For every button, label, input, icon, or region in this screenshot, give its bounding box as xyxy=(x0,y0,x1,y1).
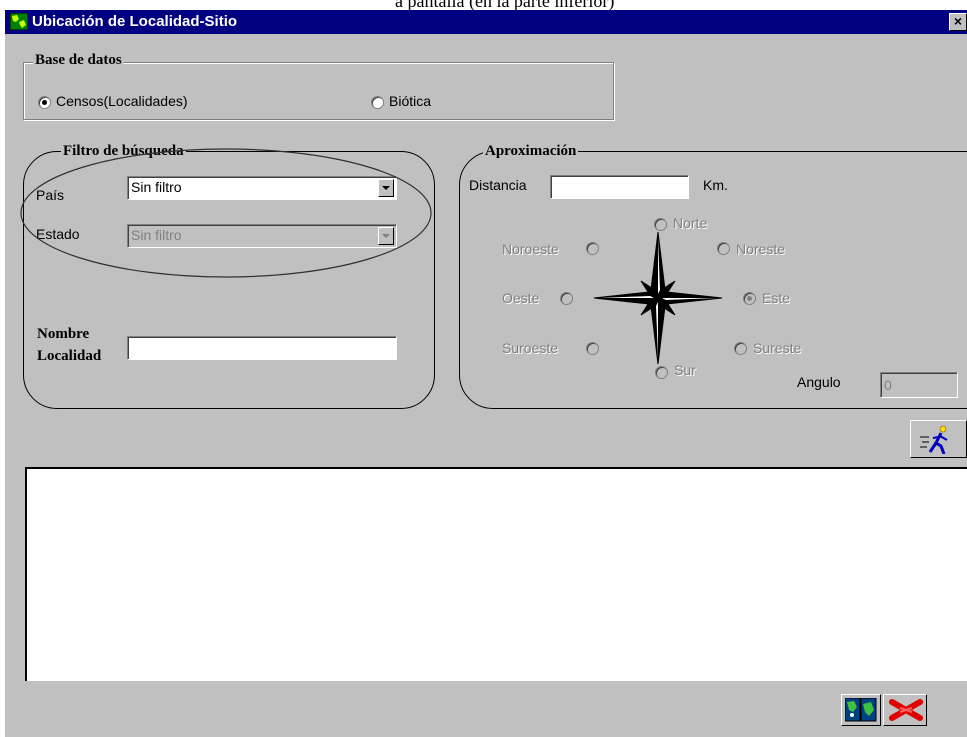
approx-group-legend: Aproximación xyxy=(483,143,579,160)
nombre-label-line1: Nombre xyxy=(37,326,90,342)
radio-censos[interactable] xyxy=(38,96,51,109)
radio-suroeste-label: Suroeste xyxy=(502,340,559,356)
distancia-input[interactable] xyxy=(550,175,689,199)
results-list[interactable] xyxy=(25,467,967,681)
radio-noroeste-label: Noroeste xyxy=(502,241,559,257)
radio-sur[interactable] xyxy=(655,366,668,379)
runner-search-icon xyxy=(920,425,948,454)
radio-noreste-label: Noreste xyxy=(736,241,786,257)
radio-este-label: Este xyxy=(762,290,791,306)
radio-sur-label: Sur xyxy=(674,362,696,378)
angulo-input[interactable] xyxy=(880,372,958,398)
radio-norte[interactable] xyxy=(654,218,667,231)
radio-oeste[interactable] xyxy=(560,292,573,305)
nombre-label-line2: Localidad xyxy=(37,348,102,364)
database-group-legend: Base de datos xyxy=(33,52,124,69)
map-icon xyxy=(845,698,877,722)
radio-este[interactable] xyxy=(743,292,756,305)
radio-oeste-label: Oeste xyxy=(502,290,540,306)
radio-norte-label: Norte xyxy=(673,215,708,231)
compass-rose-icon xyxy=(593,232,723,364)
window-title: Ubicación de Localidad-Sitio xyxy=(32,13,238,30)
search-button[interactable] xyxy=(910,420,967,458)
distancia-label: Distancia xyxy=(469,177,527,193)
radio-biotica[interactable] xyxy=(371,96,384,109)
map-button[interactable] xyxy=(841,694,881,726)
nombre-localidad-input[interactable] xyxy=(127,336,397,360)
radio-sureste[interactable] xyxy=(734,342,747,355)
app-map-icon xyxy=(10,13,28,30)
close-window-button[interactable]: × xyxy=(949,13,967,31)
database-group xyxy=(23,62,614,120)
radio-biotica-label: Biótica xyxy=(389,93,432,109)
red-x-icon xyxy=(889,699,923,721)
radio-sureste-label: Sureste xyxy=(753,340,802,356)
radio-censos-label: Censos(Localidades) xyxy=(56,93,188,109)
dialog-window: Ubicación de Localidad-Sitio × Base de d… xyxy=(5,10,967,737)
title-bar[interactable]: Ubicación de Localidad-Sitio × xyxy=(5,10,967,34)
close-button[interactable] xyxy=(883,694,927,726)
angulo-label: Angulo xyxy=(797,374,841,390)
km-unit: Km. xyxy=(703,177,728,193)
highlight-ellipse xyxy=(20,148,432,278)
close-icon: × xyxy=(953,13,963,29)
